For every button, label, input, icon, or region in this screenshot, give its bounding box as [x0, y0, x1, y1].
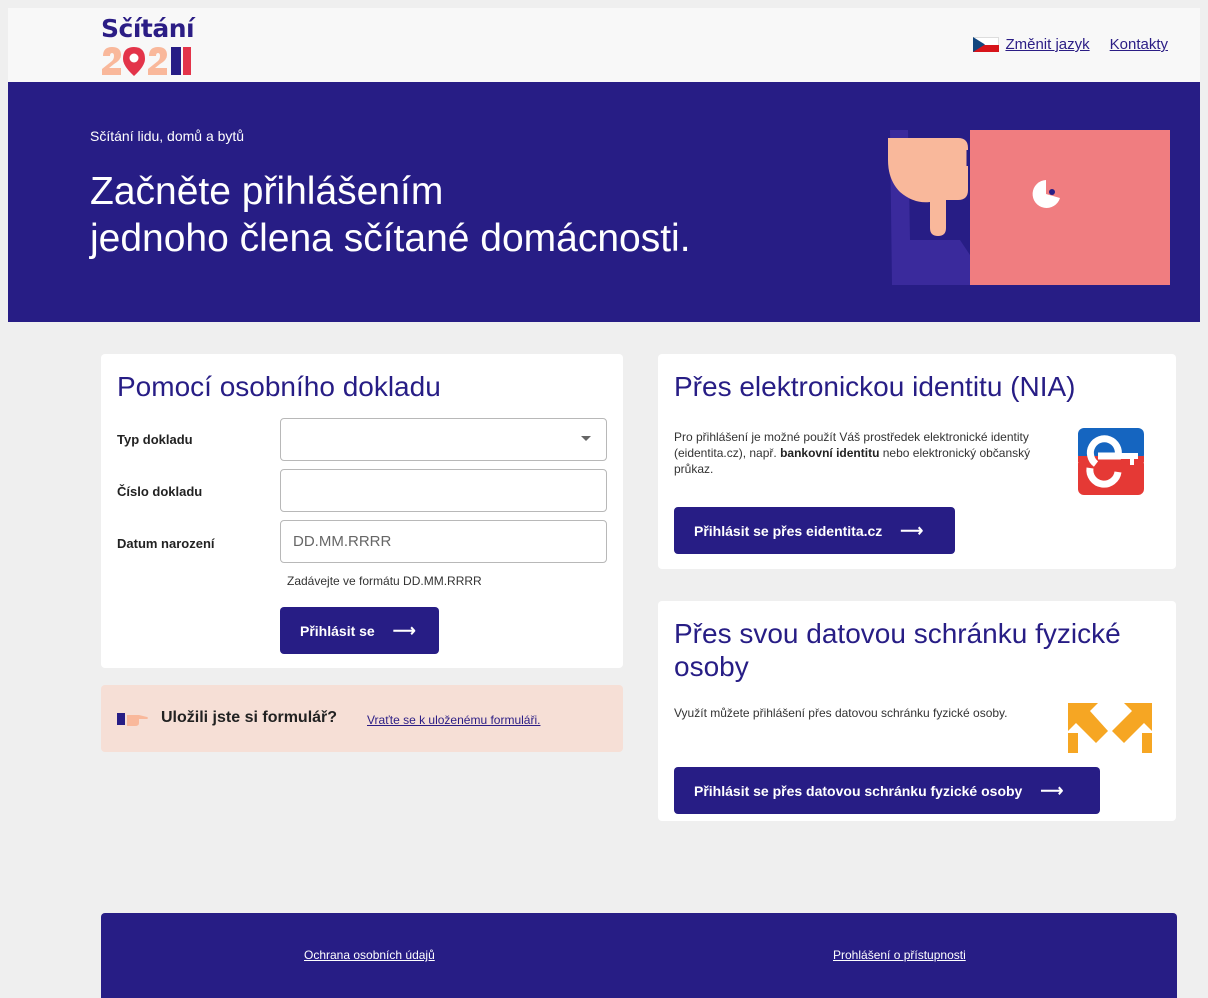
return-to-saved-form-link[interactable]: Vraťte se k uloženému formuláři. [367, 713, 540, 727]
document-type-select[interactable] [280, 418, 607, 461]
birth-date-hint: Zadávejte ve formátu DD.MM.RRRR [287, 574, 482, 588]
databox-logo-icon [1068, 703, 1152, 753]
chevron-down-icon[interactable] [581, 436, 591, 441]
databox-card-description: Využít můžete přihlášení přes datovou sc… [674, 706, 1008, 720]
databox-login-card: Přes svou datovou schránku fyzické osoby… [658, 601, 1176, 821]
databox-card-title: Přes svou datovou schránku fyzické osoby [674, 618, 1121, 682]
hero-title-line2: jednoho člena sčítané domácnosti. [90, 217, 691, 260]
scitani-logo[interactable]: Sčítání [101, 14, 201, 78]
language-switch[interactable]: Změnit jazyk [973, 36, 1090, 53]
document-number-input[interactable] [280, 469, 607, 512]
nia-card-description: Pro přihlášení je možné použít Váš prost… [674, 429, 1049, 477]
login-button[interactable]: Přihlásit se ⟶ [280, 607, 439, 654]
page: Sčítání Změnit jazyk Kontakty Sčítání li… [8, 8, 1200, 998]
saved-form-question: Uložili jste si formulář? [161, 709, 338, 726]
nia-login-card: Přes elektronickou identitu (NIA) Pro př… [658, 354, 1176, 569]
nia-text-bold: bankovní identitu [780, 446, 880, 460]
logo-text: Sčítání [101, 14, 195, 43]
document-login-card: Pomocí osobního dokladu Typ dokladu Čísl… [101, 354, 623, 668]
login-eidentita-label: Přihlásit se přes eidentita.cz [694, 522, 883, 539]
hero-subtitle: Sčítání lidu, domů a bytů [90, 128, 245, 144]
login-databox-button[interactable]: Přihlásit se přes datovou schránku fyzic… [674, 767, 1100, 814]
hero-title: Začněte přihlášením jednoho člena sčítan… [90, 168, 910, 262]
login-databox-label: Přihlásit se přes datovou schránku fyzic… [694, 782, 1023, 799]
accessibility-statement-link[interactable]: Prohlášení o přístupnosti [833, 948, 966, 962]
hand-pointing-illustration [888, 130, 1170, 285]
site-header: Sčítání Změnit jazyk Kontakty [8, 8, 1200, 82]
privacy-link[interactable]: Ochrana osobních údajů [304, 948, 435, 962]
nia-card-title: Přes elektronickou identitu (NIA) [674, 371, 1076, 402]
site-footer: Ochrana osobních údajů Prohlášení o přís… [101, 913, 1177, 998]
arrow-right-icon: ⟶ [900, 522, 924, 540]
contacts-link[interactable]: Kontakty [1110, 36, 1168, 53]
login-eidentita-button[interactable]: Přihlásit se přes eidentita.cz ⟶ [674, 507, 955, 554]
czech-flag-icon [973, 37, 1000, 52]
header-nav: Změnit jazyk Kontakty [973, 36, 1168, 53]
login-button-label: Přihlásit se [300, 622, 375, 639]
hero-banner: Sčítání lidu, domů a bytů Začněte přihlá… [8, 82, 1200, 322]
birth-date-input[interactable] [280, 520, 607, 563]
change-language-link[interactable]: Změnit jazyk [1005, 36, 1089, 53]
eidentita-logo-icon [1078, 428, 1144, 495]
document-number-label: Číslo dokladu [117, 484, 203, 499]
document-card-title: Pomocí osobního dokladu [117, 371, 441, 402]
saved-form-bar: Uložili jste si formulář? Vraťte se k ul… [101, 685, 623, 752]
arrow-right-icon: ⟶ [392, 622, 416, 640]
pointing-hand-icon [117, 713, 148, 726]
hero-title-line1: Začněte přihlášením [90, 170, 444, 213]
arrow-right-icon: ⟶ [1040, 782, 1064, 800]
document-type-label: Typ dokladu [117, 432, 193, 447]
logo-year-graphic [102, 47, 191, 76]
birth-date-label: Datum narození [117, 536, 215, 551]
